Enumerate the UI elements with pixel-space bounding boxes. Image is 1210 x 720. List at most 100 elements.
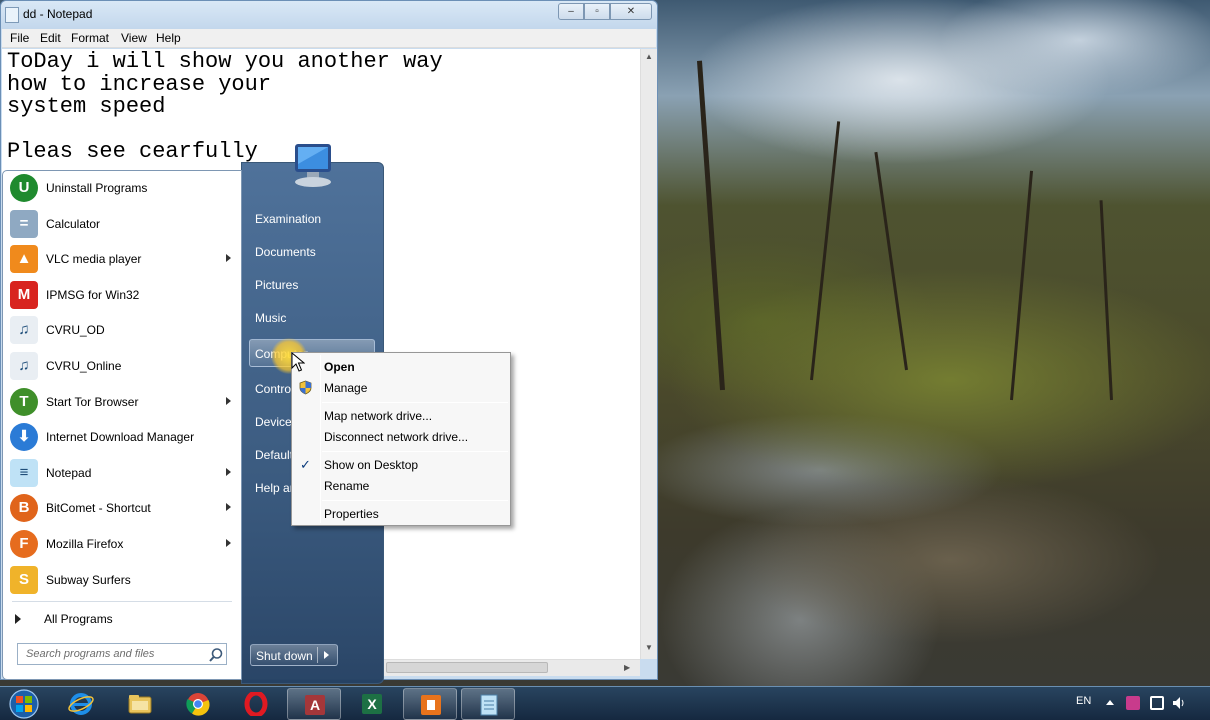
shortcut-icon: ♫ bbox=[10, 316, 38, 345]
taskbar-explorer-button[interactable] bbox=[113, 688, 167, 720]
opera-icon bbox=[244, 692, 268, 716]
tor-icon: T bbox=[10, 387, 38, 416]
program-item[interactable]: T Start Tor Browser bbox=[6, 385, 236, 419]
start-menu-separator bbox=[12, 601, 232, 602]
ipmsg-icon: M bbox=[10, 280, 38, 309]
notepad-icon: ≡ bbox=[10, 458, 38, 487]
notepad-titlebar[interactable]: dd - Notepad – ▫ ✕ bbox=[1, 1, 657, 29]
context-disconnect-network-drive[interactable]: Disconnect network drive... bbox=[324, 430, 468, 444]
minimize-button[interactable]: – bbox=[558, 3, 584, 20]
shortcut-icon: ♫ bbox=[10, 352, 38, 380]
all-programs-button[interactable]: All Programs bbox=[10, 608, 234, 630]
start-link-music[interactable]: Music bbox=[255, 311, 286, 325]
program-item[interactable]: ⬇ Internet Download Manager bbox=[6, 420, 236, 454]
network-icon[interactable] bbox=[1150, 696, 1164, 710]
start-link-documents[interactable]: Documents bbox=[255, 245, 316, 259]
program-item[interactable]: S Subway Surfers bbox=[6, 563, 236, 597]
close-button[interactable]: ✕ bbox=[610, 3, 652, 20]
program-item[interactable]: U Uninstall Programs bbox=[6, 171, 236, 205]
maximize-button[interactable]: ▫ bbox=[584, 3, 610, 20]
program-item[interactable]: B BitComet - Shortcut bbox=[6, 491, 236, 525]
ie-icon bbox=[68, 693, 94, 715]
program-item[interactable]: ▲ VLC media player bbox=[6, 242, 236, 276]
explorer-icon bbox=[128, 695, 152, 714]
notepad-taskbar-icon bbox=[480, 694, 498, 716]
idm-icon: ⬇ bbox=[10, 423, 38, 452]
menu-edit[interactable]: Edit bbox=[40, 31, 61, 45]
context-separator bbox=[322, 500, 508, 501]
taskbar-opera-button[interactable] bbox=[229, 688, 283, 720]
menu-view[interactable]: View bbox=[121, 31, 147, 45]
program-item[interactable]: = Calculator bbox=[6, 207, 236, 241]
chrome-icon bbox=[186, 693, 210, 716]
context-rename[interactable]: Rename bbox=[324, 479, 369, 493]
context-separator bbox=[322, 451, 508, 452]
subway-icon: S bbox=[10, 565, 38, 594]
user-picture-icon[interactable] bbox=[287, 140, 341, 190]
menu-file[interactable]: File bbox=[10, 31, 29, 45]
context-menu: Open Manage Map network drive... Disconn… bbox=[291, 352, 511, 526]
scroll-right-icon[interactable]: ▶ bbox=[624, 663, 630, 672]
taskbar-excel-button[interactable]: X bbox=[345, 688, 399, 720]
scroll-down-icon[interactable]: ▼ bbox=[645, 643, 653, 652]
wallpaper-tree bbox=[1099, 200, 1113, 401]
all-programs-arrow-icon bbox=[15, 614, 21, 624]
program-label: Calculator bbox=[46, 216, 101, 231]
program-label: Mozilla Firefox bbox=[46, 537, 124, 551]
uac-shield-icon bbox=[299, 380, 312, 395]
context-map-network-drive[interactable]: Map network drive... bbox=[324, 409, 432, 423]
context-properties[interactable]: Properties bbox=[324, 507, 379, 521]
submenu-arrow-icon[interactable] bbox=[226, 539, 231, 547]
taskbar-access-button[interactable]: A bbox=[287, 688, 341, 720]
bitcomet-icon: B bbox=[10, 494, 38, 523]
search-icon[interactable] bbox=[208, 647, 224, 663]
context-menu-gutter bbox=[320, 355, 321, 523]
start-link-examination[interactable]: Examination bbox=[255, 212, 321, 226]
shutdown-divider bbox=[317, 647, 318, 663]
submenu-arrow-icon[interactable] bbox=[226, 254, 231, 263]
taskbar-ie-button[interactable] bbox=[54, 688, 108, 720]
start-link-control-panel[interactable]: Contro bbox=[255, 382, 291, 396]
start-search-input[interactable]: Search programs and files bbox=[17, 643, 227, 665]
taskbar-vlc-button[interactable] bbox=[403, 688, 457, 720]
document-text[interactable]: ToDay i will show you another way how to… bbox=[7, 50, 443, 164]
language-indicator[interactable]: EN bbox=[1076, 695, 1091, 707]
start-link-pictures[interactable]: Pictures bbox=[255, 278, 298, 292]
horizontal-scroll-thumb[interactable] bbox=[386, 662, 548, 673]
program-label: CVRU_Online bbox=[46, 359, 122, 373]
wallpaper-tree bbox=[696, 60, 725, 391]
vlc-taskbar-icon bbox=[421, 695, 441, 715]
access-icon: A bbox=[305, 695, 325, 715]
start-link-help[interactable]: Help ar bbox=[255, 481, 294, 495]
program-item[interactable]: M IPMSG for Win32 bbox=[6, 278, 236, 312]
show-hidden-icons-icon[interactable] bbox=[1106, 700, 1114, 705]
taskbar-notepad-button[interactable] bbox=[461, 688, 515, 720]
submenu-arrow-icon[interactable] bbox=[226, 503, 231, 512]
taskbar-chrome-button[interactable] bbox=[171, 688, 225, 720]
shutdown-button[interactable]: Shut down bbox=[250, 644, 338, 666]
submenu-arrow-icon[interactable] bbox=[226, 396, 231, 405]
menu-help[interactable]: Help bbox=[156, 31, 181, 45]
vlc-icon: ▲ bbox=[10, 245, 38, 274]
volume-icon[interactable] bbox=[1172, 696, 1186, 710]
program-item[interactable]: ≡ Notepad bbox=[6, 456, 236, 490]
program-label: Internet Download Manager bbox=[46, 430, 195, 445]
scroll-up-icon[interactable]: ▲ bbox=[645, 52, 653, 61]
program-item[interactable]: F Mozilla Firefox bbox=[6, 527, 236, 561]
start-link-default-programs[interactable]: Default bbox=[255, 448, 293, 462]
program-label: Uninstall Programs bbox=[46, 181, 148, 195]
start-orb-icon[interactable] bbox=[6, 688, 42, 720]
vertical-scrollbar[interactable]: ▲ ▼ bbox=[640, 49, 657, 659]
window-title: dd - Notepad bbox=[23, 7, 93, 21]
shutdown-options-icon[interactable] bbox=[324, 651, 329, 659]
program-item[interactable]: ♫ CVRU_Online bbox=[6, 349, 236, 383]
tray-app-icon[interactable] bbox=[1126, 696, 1140, 710]
program-label: IPMSG for Win32 bbox=[46, 287, 140, 302]
program-item[interactable]: ♫ CVRU_OD bbox=[6, 313, 236, 347]
submenu-arrow-icon[interactable] bbox=[226, 467, 231, 476]
context-open[interactable]: Open bbox=[324, 360, 355, 374]
menu-format[interactable]: Format bbox=[71, 31, 109, 45]
context-manage[interactable]: Manage bbox=[324, 381, 367, 395]
context-show-on-desktop[interactable]: Show on Desktop bbox=[324, 458, 418, 472]
wallpaper-tree bbox=[810, 121, 841, 381]
